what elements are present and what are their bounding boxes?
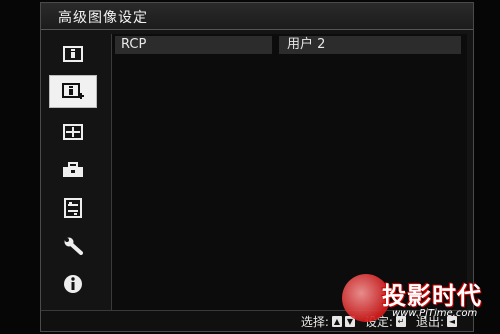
setting-row-rcp[interactable]: RCP 用户 2 <box>115 36 461 54</box>
sidebar-item-setup[interactable] <box>49 153 97 186</box>
select-hint-label: 选择: <box>300 315 329 329</box>
sidebar-item-advanced-picture[interactable] <box>49 75 97 108</box>
list-settings-icon <box>64 197 82 218</box>
info-icon <box>64 274 82 293</box>
sidebar-item-info[interactable] <box>49 267 97 300</box>
screen-layout-icon <box>63 123 83 140</box>
sidebar-item-list[interactable] <box>49 191 97 224</box>
sidebar-item-tools[interactable] <box>49 229 97 262</box>
setting-label: RCP <box>115 36 272 54</box>
title-bar: 高级图像设定 <box>41 3 473 30</box>
toolbox-icon <box>63 161 83 177</box>
wrench-icon <box>64 237 83 255</box>
watermark-url: www.PjTime.com <box>392 308 478 319</box>
picture-info-icon <box>63 45 83 62</box>
page-title: 高级图像设定 <box>58 10 148 26</box>
settings-panel: RCP 用户 2 <box>111 34 467 310</box>
watermark-logo: 投影时代 www.PjTime.com <box>338 274 500 332</box>
watermark-text: 投影时代 <box>382 282 482 310</box>
sidebar <box>41 33 105 311</box>
sidebar-item-picture[interactable] <box>49 37 97 70</box>
sidebar-item-screen[interactable] <box>49 115 97 148</box>
advanced-picture-icon <box>62 82 84 99</box>
setting-value[interactable]: 用户 2 <box>279 36 461 54</box>
